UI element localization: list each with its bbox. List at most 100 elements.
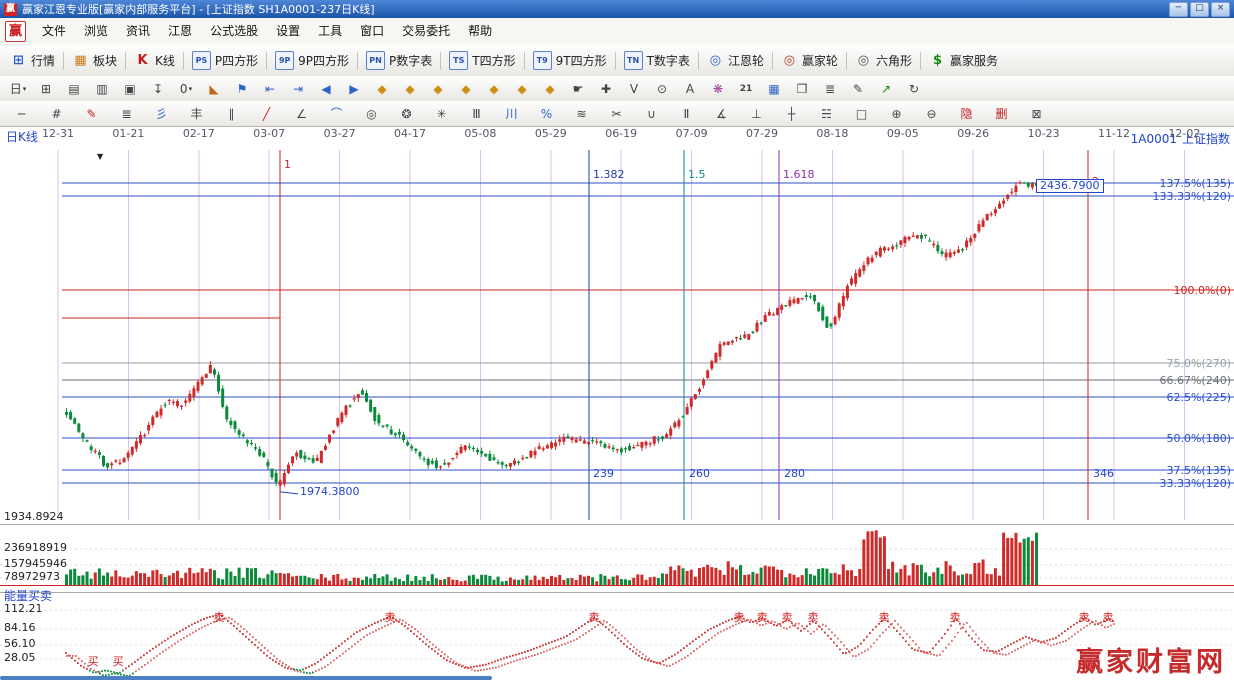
t-square-button[interactable]: TST四方形 xyxy=(443,49,521,73)
magnify-icon[interactable]: ⊙ xyxy=(649,78,675,99)
hide-drawings-tool[interactable]: 隐 xyxy=(950,103,983,124)
regression-tool[interactable]: ∠ xyxy=(285,103,318,124)
menu-item-公式选股[interactable]: 公式选股 xyxy=(201,18,267,45)
price-channel-tool[interactable]: ∥ xyxy=(215,103,248,124)
t-number-table-button[interactable]: TNT数字表 xyxy=(618,49,696,73)
gann-fan-tool-icon[interactable]: ◆ xyxy=(397,78,423,99)
gann-circle-tool-icon[interactable]: ◆ xyxy=(453,78,479,99)
menu-item-江恩[interactable]: 江恩 xyxy=(159,18,201,45)
hexagon-button[interactable]: ◎六角形 xyxy=(849,49,918,73)
smart-analysis-icon[interactable]: ❋ xyxy=(705,78,731,99)
window-split-icon[interactable]: ❐ xyxy=(789,78,815,99)
text-tool-icon[interactable]: A xyxy=(677,78,703,99)
gann-fan-lines-tool[interactable]: 彡 xyxy=(145,103,178,124)
sectors-button[interactable]: ▦板块 xyxy=(66,49,123,73)
crosshair-icon[interactable]: ✚ xyxy=(593,78,619,99)
gann-wheel-button[interactable]: ◎江恩轮 xyxy=(701,49,770,73)
menu-item-设置[interactable]: 设置 xyxy=(267,18,309,45)
horizontal-scrollbar[interactable] xyxy=(0,676,492,680)
svg-text:239: 239 xyxy=(593,467,614,480)
wave-lines-tool[interactable]: ≋ xyxy=(565,103,598,124)
winner-service-button[interactable]: $赢家服务 xyxy=(923,49,1004,73)
menu-item-帮助[interactable]: 帮助 xyxy=(459,18,501,45)
gann-time-tool-icon[interactable]: ◆ xyxy=(509,78,535,99)
close-button[interactable]: × xyxy=(1211,2,1230,17)
winner-wheel-button[interactable]: ◎赢家轮 xyxy=(775,49,844,73)
go-last-icon[interactable]: ⇥ xyxy=(285,78,311,99)
fibonacci-tool[interactable]: % xyxy=(530,103,563,124)
spiral-tool[interactable]: ❂ xyxy=(390,103,423,124)
svg-text:280: 280 xyxy=(784,467,805,480)
main-chart[interactable]: 卖卖卖卖卖卖卖卖卖卖卖买买12-3101-2102-1703-0703-2704… xyxy=(0,128,1234,681)
menu-item-交易委托[interactable]: 交易委托 xyxy=(393,18,459,45)
copy-icon[interactable]: ▣ xyxy=(117,78,143,99)
cross-line-tool[interactable]: ┼ xyxy=(775,103,808,124)
arc-tool[interactable]: ⌒ xyxy=(320,103,353,124)
menu-item-资讯[interactable]: 资讯 xyxy=(117,18,159,45)
gann-square-tool-icon[interactable]: ◆ xyxy=(369,78,395,99)
refresh-icon[interactable]: ↻ xyxy=(901,78,927,99)
kline-button[interactable]: KK线 xyxy=(128,49,181,73)
cycle-lines-tool[interactable]: 川 xyxy=(495,103,528,124)
go-first-icon[interactable]: ⇤ xyxy=(257,78,283,99)
edit-tool-icon[interactable]: ✎ xyxy=(845,78,871,99)
svg-text:02-17: 02-17 xyxy=(183,128,215,140)
report-icon[interactable]: ▥ xyxy=(89,78,115,99)
circle-tool[interactable]: ◎ xyxy=(355,103,388,124)
list-view-icon[interactable]: ≣ xyxy=(817,78,843,99)
gann-box-tool-icon[interactable]: ◆ xyxy=(425,78,451,99)
pyramid-icon[interactable]: ◣ xyxy=(201,78,227,99)
gann-wheel-button-label: 江恩轮 xyxy=(728,52,764,69)
9p-square-button-icon: 9P xyxy=(275,51,294,70)
pan-hand-icon[interactable]: ☛ xyxy=(565,78,591,99)
exit-draw-tool[interactable]: ⊠ xyxy=(1020,103,1053,124)
flag-icon[interactable]: ⚑ xyxy=(229,78,255,99)
layout-grid-icon[interactable]: ⊞ xyxy=(33,78,59,99)
trend-analysis-icon[interactable]: ↗ xyxy=(873,78,899,99)
p-number-table-button[interactable]: PNP数字表 xyxy=(360,49,438,73)
delete-drawing-tool[interactable]: 删 xyxy=(985,103,1018,124)
horizontal-line-tool[interactable]: ─ xyxy=(5,103,38,124)
parallel-channel-tool[interactable]: Ⅱ xyxy=(670,103,703,124)
menu-item-浏览[interactable]: 浏览 xyxy=(75,18,117,45)
magnet-tool[interactable]: ∪ xyxy=(635,103,668,124)
grid-lines-tool[interactable]: # xyxy=(40,103,73,124)
menu-item-文件[interactable]: 文件 xyxy=(33,18,75,45)
box-select-tool[interactable]: □ xyxy=(845,103,878,124)
period-day-selector[interactable]: 日▾ xyxy=(5,78,31,99)
quotes-button[interactable]: ⊞行情 xyxy=(4,49,61,73)
watermark: 赢家财富网 xyxy=(1076,657,1226,669)
maximize-button[interactable]: □ xyxy=(1190,2,1209,17)
indicator-dropdown-caret-icon[interactable]: ▼ xyxy=(97,151,103,163)
minimize-button[interactable]: ─ xyxy=(1169,2,1188,17)
vector-line-icon[interactable]: V xyxy=(621,78,647,99)
gann-grid-tool[interactable]: 丰 xyxy=(180,103,213,124)
export-icon[interactable]: ↧ xyxy=(145,78,171,99)
step-back-icon[interactable]: ◀ xyxy=(313,78,339,99)
zoom-out-tool[interactable]: ⊖ xyxy=(915,103,948,124)
wave-count-tool[interactable]: ☵ xyxy=(810,103,843,124)
perpendicular-tool[interactable]: ⊥ xyxy=(740,103,773,124)
overlay-count-selector[interactable]: 0▾ xyxy=(173,78,199,99)
gann-price-tool-icon[interactable]: ◆ xyxy=(537,78,563,99)
pencil-draw-tool[interactable]: ✎ xyxy=(75,103,108,124)
zoom-in-tool[interactable]: ⊕ xyxy=(880,103,913,124)
trend-line-tool[interactable]: ╱ xyxy=(250,103,283,124)
notes-icon[interactable]: ▤ xyxy=(61,78,87,99)
9t-square-button[interactable]: T99T四方形 xyxy=(527,49,613,73)
calendar-21-icon[interactable]: 21 xyxy=(733,78,759,99)
drawing-toolbar: ─#✎≣彡丰∥╱∠⌒◎❂✳Ⅲ川%≋✂∪Ⅱ∡⊥┼☵□⊕⊖隐删⊠ xyxy=(0,101,1234,127)
vertical-lines-tool[interactable]: Ⅲ xyxy=(460,103,493,124)
angle-measure-tool[interactable]: ∡ xyxy=(705,103,738,124)
scissors-tool[interactable]: ✂ xyxy=(600,103,633,124)
menu-item-工具[interactable]: 工具 xyxy=(309,18,351,45)
stats-chart-icon[interactable]: ▦ xyxy=(761,78,787,99)
p-square-button[interactable]: PSP四方形 xyxy=(186,49,264,73)
gann-angle-tool-icon[interactable]: ◆ xyxy=(481,78,507,99)
star-burst-tool[interactable]: ✳ xyxy=(425,103,458,124)
menu-item-窗口[interactable]: 窗口 xyxy=(351,18,393,45)
indicator-name-label[interactable]: 能量买卖 xyxy=(4,590,52,602)
multi-line-tool[interactable]: ≣ xyxy=(110,103,143,124)
step-forward-icon[interactable]: ▶ xyxy=(341,78,367,99)
9p-square-button[interactable]: 9P9P四方形 xyxy=(269,49,355,73)
